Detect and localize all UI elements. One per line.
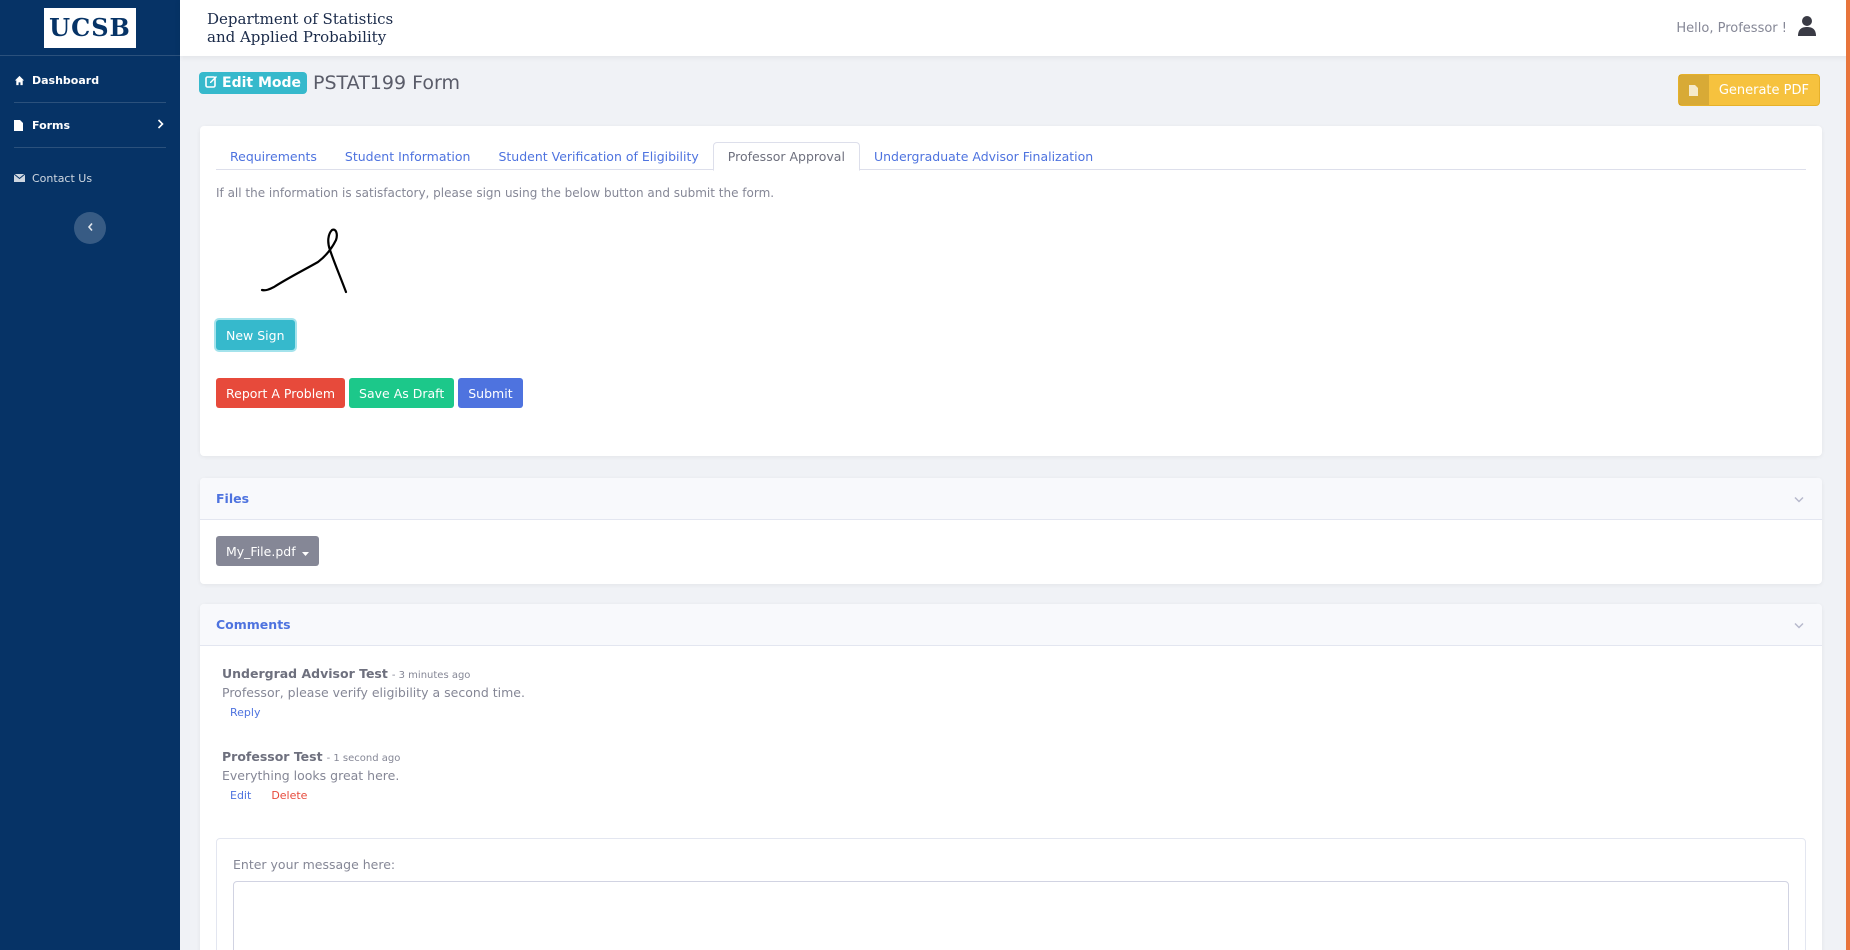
- comment-header: Undergrad Advisor Test - 3 minutes ago: [222, 666, 525, 681]
- tab-student-verification[interactable]: Student Verification of Eligibility: [484, 142, 712, 170]
- chevron-left-icon: [87, 221, 94, 235]
- page-heading: Edit Mode PSTAT199 Form: [199, 72, 460, 94]
- chevron-right-icon: [157, 118, 164, 132]
- page-title: PSTAT199 Form: [313, 72, 460, 94]
- files-card: Files My_File.pdf: [200, 478, 1822, 584]
- submit-button[interactable]: Submit: [458, 378, 523, 408]
- file-pdf-icon: [1678, 75, 1709, 105]
- new-comment-form: Enter your message here:: [216, 838, 1806, 950]
- logo-area: UCSB: [0, 0, 180, 56]
- window-edge: [1846, 0, 1850, 950]
- message-label: Enter your message here:: [233, 857, 396, 872]
- top-bar: Department of Statistics and Applied Pro…: [180, 0, 1850, 56]
- sidebar-item-label: Forms: [32, 118, 71, 132]
- new-sign-button[interactable]: New Sign: [216, 320, 295, 350]
- generate-pdf-label: Generate PDF: [1718, 82, 1809, 98]
- comment-time: - 1 second ago: [326, 753, 401, 764]
- envelope-icon: [14, 174, 32, 182]
- comment-actions: Edit Delete: [222, 789, 400, 802]
- main-content: Edit Mode PSTAT199 Form Generate PDF Req…: [180, 56, 1846, 950]
- department-name: Department of Statistics and Applied Pro…: [207, 10, 393, 46]
- sidebar-item-contact[interactable]: Contact Us: [0, 156, 180, 200]
- caret-down-icon: [301, 544, 309, 559]
- comment-item: Undergrad Advisor Test - 3 minutes ago P…: [222, 666, 525, 719]
- form-card: Requirements Student Information Student…: [200, 126, 1822, 456]
- comment-text: Everything looks great here.: [222, 768, 400, 783]
- files-header[interactable]: Files: [200, 478, 1822, 520]
- user-menu[interactable]: Hello, Professor !: [1676, 15, 1817, 41]
- files-title: Files: [216, 491, 250, 506]
- mode-badge-label: Edit Mode: [222, 75, 302, 91]
- user-icon: [1797, 15, 1817, 41]
- mode-badge: Edit Mode: [199, 72, 308, 94]
- dept-line-2: and Applied Probability: [207, 28, 387, 46]
- generate-pdf-button[interactable]: Generate PDF: [1677, 74, 1820, 106]
- file-dropdown-button[interactable]: My_File.pdf: [216, 536, 319, 566]
- comment-time: - 3 minutes ago: [391, 670, 471, 681]
- file-icon: [14, 119, 32, 131]
- greeting: Hello, Professor !: [1676, 20, 1787, 36]
- sidebar: UCSB Dashboard Forms Contact Us: [0, 0, 180, 950]
- sidebar-item-forms[interactable]: Forms: [0, 103, 180, 147]
- delete-link[interactable]: Delete: [271, 789, 307, 802]
- comment-author: Professor Test: [222, 749, 323, 764]
- tab-professor-approval[interactable]: Professor Approval: [712, 142, 860, 171]
- save-draft-button[interactable]: Save As Draft: [349, 378, 455, 408]
- chevron-down-icon: [1794, 618, 1804, 632]
- home-icon: [14, 75, 32, 86]
- sidebar-item-label: Contact Us: [32, 171, 93, 185]
- sidebar-toggle-button[interactable]: [74, 212, 106, 244]
- file-name: My_File.pdf: [226, 543, 296, 559]
- comments-header[interactable]: Comments: [200, 604, 1822, 646]
- reply-link[interactable]: Reply: [230, 706, 260, 719]
- report-problem-button[interactable]: Report A Problem: [216, 378, 346, 408]
- tab-advisor-finalization[interactable]: Undergraduate Advisor Finalization: [860, 142, 1107, 170]
- sidebar-item-dashboard[interactable]: Dashboard: [0, 58, 180, 102]
- approval-instructions: If all the information is satisfactory, …: [216, 186, 775, 200]
- comment-actions: Reply: [222, 706, 525, 719]
- comment-author: Undergrad Advisor Test: [222, 666, 388, 681]
- comment-header: Professor Test - 1 second ago: [222, 749, 400, 764]
- message-textarea[interactable]: [233, 881, 1789, 950]
- comments-title: Comments: [216, 617, 291, 632]
- dept-line-1: Department of Statistics: [207, 10, 394, 28]
- form-actions: Report A Problem Save As Draft Submit: [216, 378, 523, 408]
- sidebar-item-label: Dashboard: [32, 73, 100, 87]
- form-tabs: Requirements Student Information Student…: [216, 142, 1806, 171]
- edit-icon: [205, 75, 218, 92]
- comments-card: Comments Undergrad Advisor Test - 3 minu…: [200, 604, 1822, 950]
- tab-student-information[interactable]: Student Information: [331, 142, 485, 170]
- divider: [14, 147, 166, 148]
- chevron-down-icon: [1794, 492, 1804, 506]
- comment-text: Professor, please verify eligibility a s…: [222, 685, 525, 700]
- ucsb-logo[interactable]: UCSB: [44, 7, 136, 48]
- edit-link[interactable]: Edit: [230, 789, 251, 802]
- tab-requirements[interactable]: Requirements: [216, 142, 331, 170]
- comment-item: Professor Test - 1 second ago Everything…: [222, 749, 400, 802]
- signature-image: [260, 218, 380, 312]
